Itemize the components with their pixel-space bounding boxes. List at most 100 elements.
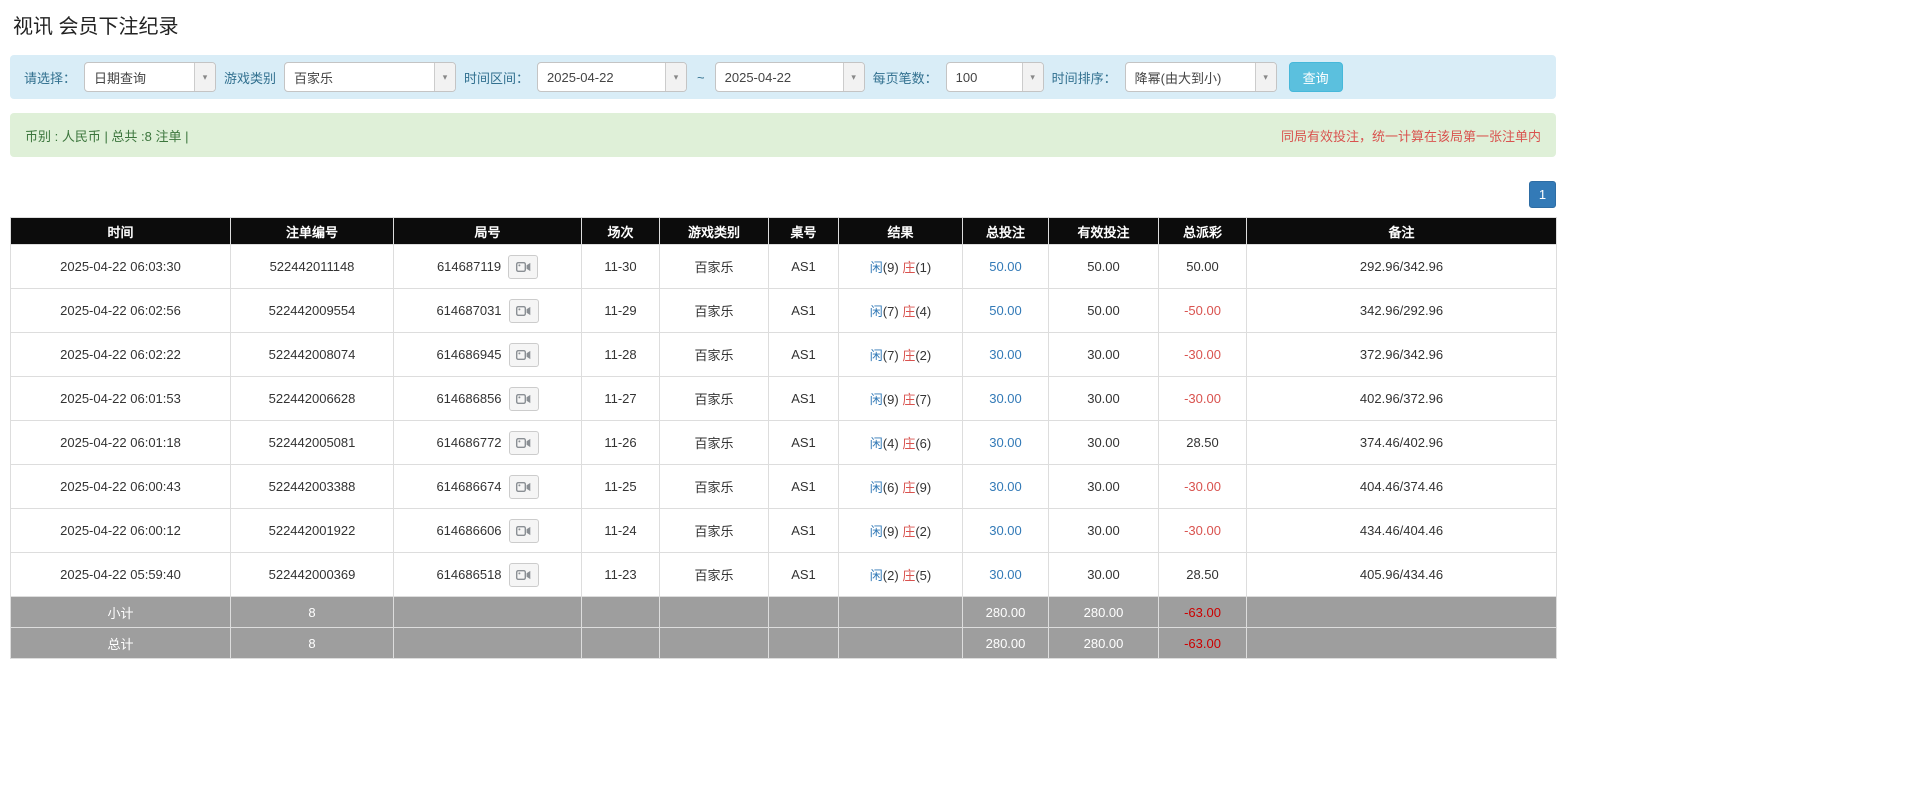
result-banker-score: (2) [915, 348, 931, 363]
video-replay-button[interactable] [509, 387, 539, 411]
page-size-label: 每页笔数： [873, 68, 938, 87]
date-to-picker[interactable]: 2025-04-22 ▾ [715, 62, 865, 92]
total-bet-link[interactable]: 50.00 [989, 303, 1022, 318]
cell-total-bet: 30.00 [963, 465, 1049, 509]
footer-count: 8 [231, 597, 394, 628]
round-number-group: 614686606 [398, 519, 577, 543]
cell-note: 372.96/342.96 [1247, 333, 1557, 377]
cell-total-bet: 30.00 [963, 509, 1049, 553]
column-header-5: 桌号 [769, 218, 839, 245]
video-replay-button[interactable] [509, 475, 539, 499]
cell-bet-id: 522442008074 [231, 333, 394, 377]
total-bet-link[interactable]: 30.00 [989, 479, 1022, 494]
footer-valid-bet: 280.00 [1049, 597, 1159, 628]
result-banker-label: 庄 [902, 524, 915, 539]
total-bet-link[interactable]: 50.00 [989, 259, 1022, 274]
cell-total-bet: 30.00 [963, 333, 1049, 377]
footer-payout: -63.00 [1159, 628, 1247, 659]
column-header-7: 总投注 [963, 218, 1049, 245]
chevron-down-icon[interactable]: ▾ [434, 63, 455, 91]
result-player-score: (7) [883, 348, 899, 363]
table-row: 2025-04-22 05:59:40522442000369614686518… [11, 553, 1557, 597]
result-player-label: 闲 [870, 392, 883, 407]
cell-payout: -30.00 [1159, 465, 1247, 509]
chevron-down-icon[interactable]: ▾ [194, 63, 215, 91]
cell-note: 404.46/374.46 [1247, 465, 1557, 509]
round-number-group: 614687119 [398, 255, 577, 279]
video-icon [516, 349, 531, 361]
summary-total-row: 总计8280.00280.00-63.00 [11, 628, 1557, 659]
footer-label: 总计 [11, 628, 231, 659]
cell-time: 2025-04-22 06:00:12 [11, 509, 231, 553]
select-type-value: 日期查询 [85, 63, 194, 91]
column-header-0: 时间 [11, 218, 231, 245]
cell-table-no: AS1 [769, 509, 839, 553]
result-player-score: (9) [883, 392, 899, 407]
cell-result: 闲(7) 庄(4) [839, 289, 963, 333]
cell-table-no: AS1 [769, 289, 839, 333]
table-row: 2025-04-22 06:03:30522442011148614687119… [11, 245, 1557, 289]
result-player-label: 闲 [870, 436, 883, 451]
round-number: 614687031 [436, 303, 501, 318]
date-from-picker[interactable]: 2025-04-22 ▾ [537, 62, 687, 92]
footer-empty-cell [839, 597, 963, 628]
total-bet-link[interactable]: 30.00 [989, 523, 1022, 538]
cell-round: 614687119 [394, 245, 582, 289]
select-type-label: 请选择： [24, 68, 76, 87]
result-player-score: (2) [883, 568, 899, 583]
round-number: 614687119 [437, 259, 501, 274]
chevron-down-icon[interactable]: ▾ [1022, 63, 1043, 91]
video-replay-button[interactable] [509, 343, 539, 367]
cell-bet-id: 522442001922 [231, 509, 394, 553]
total-bet-link[interactable]: 30.00 [989, 435, 1022, 450]
cell-total-bet: 30.00 [963, 377, 1049, 421]
result-banker-score: (2) [915, 524, 931, 539]
video-replay-button[interactable] [508, 255, 538, 279]
round-number: 614686606 [436, 523, 501, 538]
search-button[interactable]: 查询 [1289, 62, 1343, 92]
cell-note: 292.96/342.96 [1247, 245, 1557, 289]
result-player-label: 闲 [870, 568, 883, 583]
total-bet-link[interactable]: 30.00 [989, 347, 1022, 362]
total-bet-link[interactable]: 30.00 [989, 391, 1022, 406]
round-number: 614686856 [436, 391, 501, 406]
chevron-down-icon[interactable]: ▾ [843, 63, 864, 91]
video-replay-button[interactable] [509, 563, 539, 587]
result-banker-score: (7) [915, 392, 931, 407]
result-banker-score: (4) [915, 304, 931, 319]
chevron-down-icon[interactable]: ▾ [665, 63, 686, 91]
cell-note: 342.96/292.96 [1247, 289, 1557, 333]
result-player-score: (9) [883, 524, 899, 539]
select-type-dropdown[interactable]: 日期查询 ▾ [84, 62, 216, 92]
footer-empty-cell [582, 628, 660, 659]
video-replay-button[interactable] [509, 431, 539, 455]
page-size-dropdown[interactable]: 100 ▾ [946, 62, 1044, 92]
sort-order-dropdown[interactable]: 降幂(由大到小) ▾ [1125, 62, 1277, 92]
column-header-10: 备注 [1247, 218, 1557, 245]
cell-total-bet: 30.00 [963, 553, 1049, 597]
round-number-group: 614686674 [398, 475, 577, 499]
cell-result: 闲(9) 庄(7) [839, 377, 963, 421]
cell-session: 11-27 [582, 377, 660, 421]
sort-order-value: 降幂(由大到小) [1126, 63, 1255, 91]
total-bet-link[interactable]: 30.00 [989, 567, 1022, 582]
cell-result: 闲(9) 庄(1) [839, 245, 963, 289]
page-button-1[interactable]: 1 [1529, 181, 1556, 208]
result-player-score: (4) [883, 436, 899, 451]
result-banker-label: 庄 [902, 392, 915, 407]
cell-round: 614686518 [394, 553, 582, 597]
bet-records-table: 时间注单编号局号场次游戏类别桌号结果总投注有效投注总派彩备注 2025-04-2… [10, 217, 1557, 659]
result-player-label: 闲 [870, 304, 883, 319]
cell-table-no: AS1 [769, 553, 839, 597]
game-type-dropdown[interactable]: 百家乐 ▾ [284, 62, 456, 92]
cell-game-type: 百家乐 [660, 377, 769, 421]
footer-empty-cell [582, 597, 660, 628]
video-replay-button[interactable] [509, 299, 539, 323]
result-banker-score: (1) [915, 260, 931, 275]
result-banker-score: (9) [915, 480, 931, 495]
column-header-3: 场次 [582, 218, 660, 245]
chevron-down-icon[interactable]: ▾ [1255, 63, 1276, 91]
video-replay-button[interactable] [509, 519, 539, 543]
cell-table-no: AS1 [769, 465, 839, 509]
result-player-label: 闲 [870, 260, 883, 275]
